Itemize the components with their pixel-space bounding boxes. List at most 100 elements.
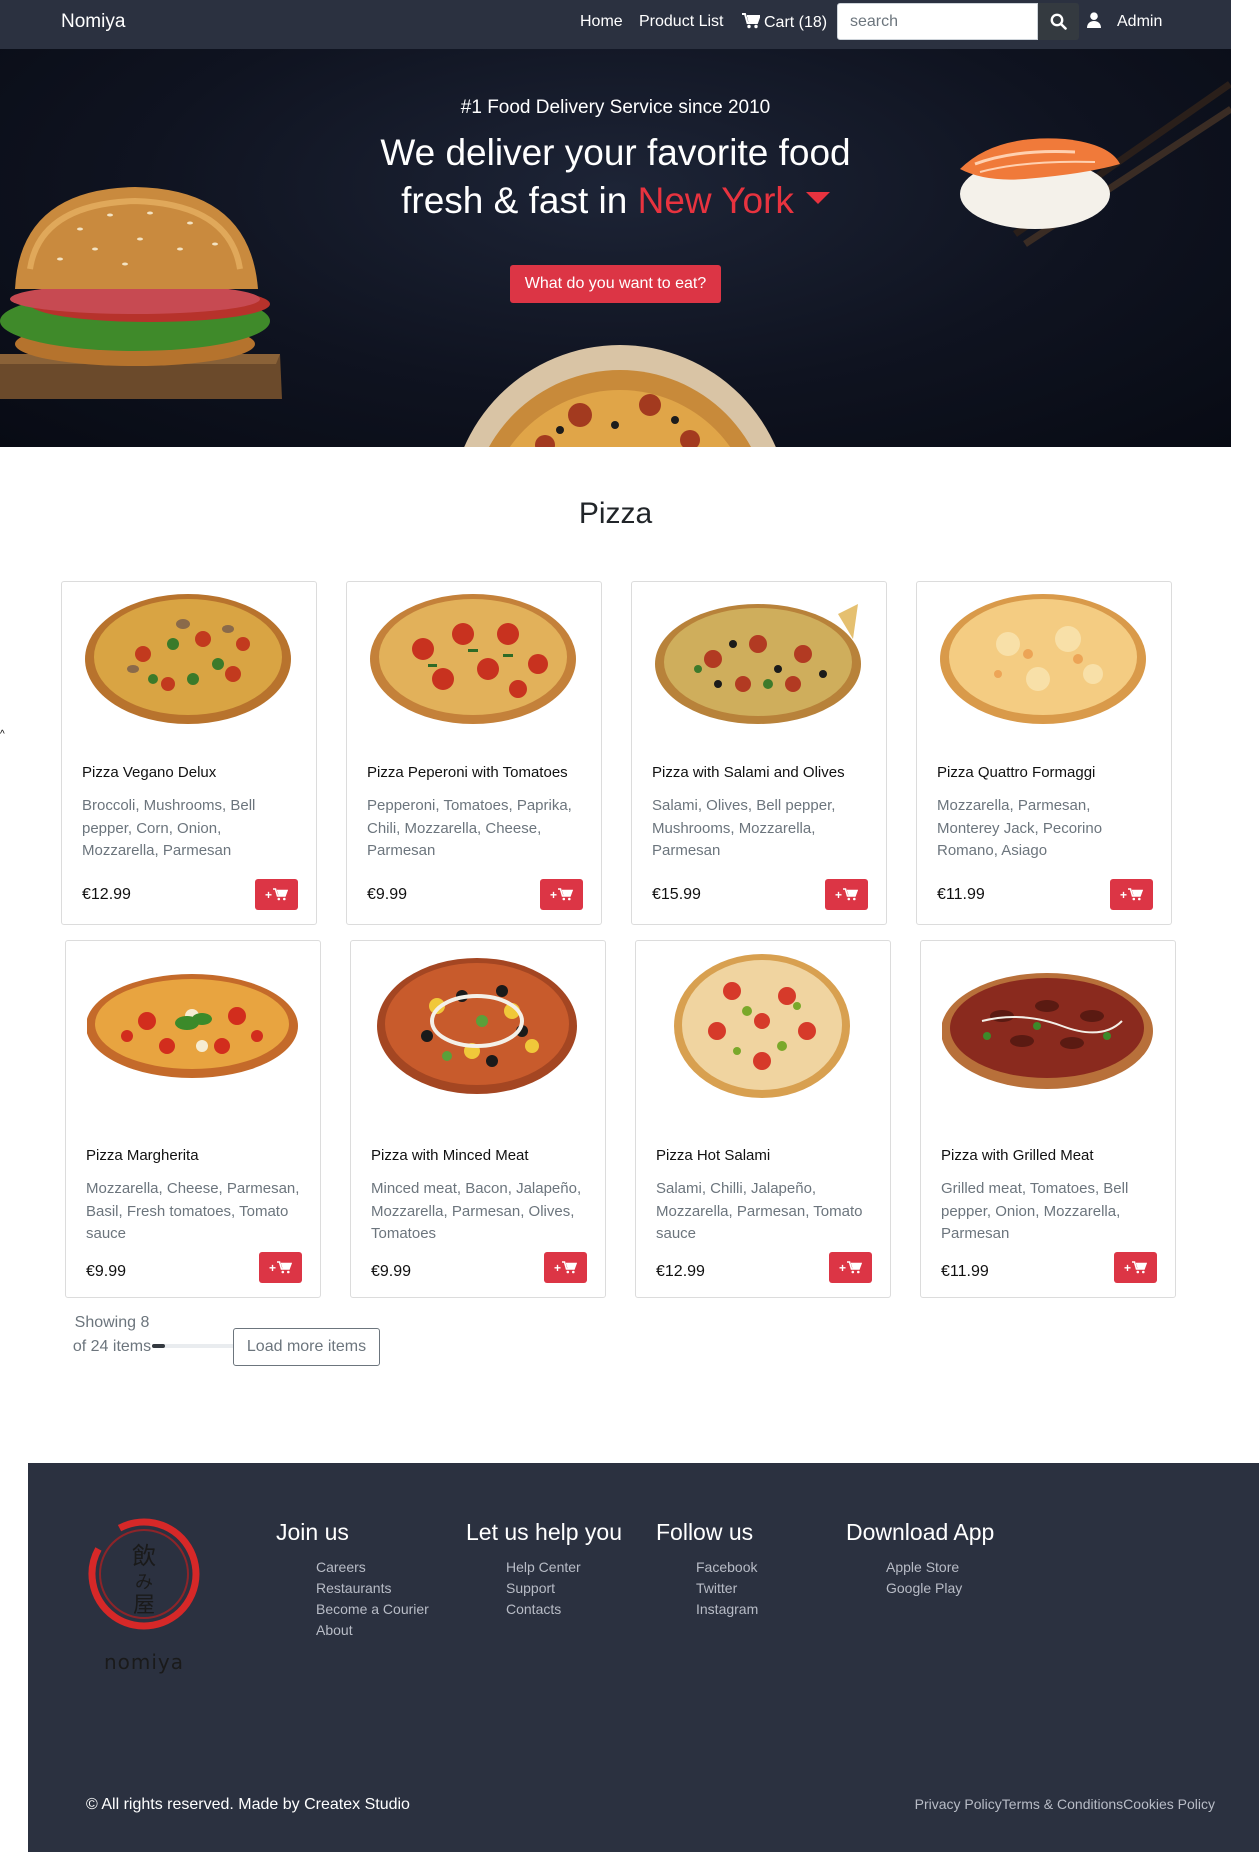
product-card[interactable]: Pizza Margherita Mozzarella, Cheese, Par… xyxy=(65,940,321,1298)
pizza-image xyxy=(655,603,861,724)
product-name[interactable]: Pizza Hot Salami xyxy=(656,1147,770,1164)
brand-logo[interactable]: Nomiya xyxy=(61,11,125,33)
footer-link[interactable]: Restaurants xyxy=(316,1578,429,1599)
cart-icon xyxy=(847,1261,862,1274)
add-plus-label: + xyxy=(264,887,272,902)
product-image[interactable] xyxy=(917,582,1171,735)
svg-text:屋: 屋 xyxy=(133,1593,155,1618)
product-card[interactable]: Pizza with Minced Meat Minced meat, Baco… xyxy=(350,940,606,1298)
product-card[interactable]: Pizza Vegano Delux Broccoli, Mushrooms, … xyxy=(61,581,317,925)
add-plus-label: + xyxy=(553,1260,561,1275)
product-name[interactable]: Pizza Margherita xyxy=(86,1147,199,1164)
product-image[interactable] xyxy=(66,941,320,1111)
product-image[interactable] xyxy=(921,941,1175,1111)
nav-cart-link[interactable]: Cart (18) xyxy=(742,13,827,32)
cookies-policy-link[interactable]: Cookies Policy xyxy=(1123,1796,1215,1812)
add-to-cart-button[interactable]: + xyxy=(255,879,298,910)
footer-link-list: Apple Store Google Play xyxy=(846,1557,994,1599)
progress-fill xyxy=(152,1344,166,1348)
product-card[interactable]: Pizza with Salami and Olives Salami, Oli… xyxy=(631,581,887,925)
pizza-image xyxy=(87,974,298,1078)
footer-link[interactable]: Apple Store xyxy=(886,1557,994,1578)
nav-admin-link[interactable]: Admin xyxy=(1117,13,1162,31)
product-image[interactable] xyxy=(636,941,890,1111)
cart-icon xyxy=(273,888,288,901)
footer-link-list: Careers Restaurants Become a Courier About xyxy=(276,1557,429,1641)
add-to-cart-button[interactable]: + xyxy=(1114,1252,1157,1283)
product-card[interactable]: Pizza Hot Salami Salami, Chilli, Jalapeñ… xyxy=(635,940,891,1298)
section-title: Pizza xyxy=(578,497,653,530)
cart-icon xyxy=(1132,1261,1147,1274)
footer-link[interactable]: About xyxy=(316,1620,429,1641)
edge-marker: ^ xyxy=(0,729,5,740)
add-to-cart-button[interactable]: + xyxy=(544,1252,587,1283)
cart-icon xyxy=(742,13,761,29)
product-description: Mozzarella, Parmesan, Monterey Jack, Pec… xyxy=(937,797,1103,859)
footer-column-title: Follow us xyxy=(656,1519,754,1545)
footer-link[interactable]: Instagram xyxy=(696,1599,758,1620)
add-to-cart-button[interactable]: + xyxy=(829,1252,872,1283)
pizza-image xyxy=(940,593,1146,724)
footer-link[interactable]: Twitter xyxy=(696,1578,758,1599)
product-price: €15.99 xyxy=(652,886,701,903)
product-card[interactable]: Pizza with Grilled Meat Grilled meat, To… xyxy=(920,940,1176,1298)
product-description: Pepperoni, Tomatoes, Paprika, Chili, Moz… xyxy=(367,797,572,859)
product-image[interactable] xyxy=(62,582,316,735)
footer-link[interactable]: Contacts xyxy=(506,1599,622,1620)
add-to-cart-button[interactable]: + xyxy=(1110,879,1153,910)
load-more-button[interactable]: Load more items xyxy=(233,1328,380,1366)
add-to-cart-button[interactable]: + xyxy=(825,879,868,910)
city-selector[interactable]: New York xyxy=(638,180,794,221)
footer-link[interactable]: Facebook xyxy=(696,1557,758,1578)
terms-link[interactable]: Terms & Conditions xyxy=(1002,1796,1123,1812)
footer-column-join-us: Join us Careers Restaurants Become a Courie… xyxy=(276,1519,429,1641)
product-description: Minced meat, Bacon, Jalapeño, Mozzarella… xyxy=(371,1180,582,1242)
cart-icon xyxy=(843,888,858,901)
add-plus-label: + xyxy=(549,887,557,902)
search-input[interactable] xyxy=(837,3,1038,40)
product-card[interactable]: Pizza Quattro Formaggi Mozzarella, Parme… xyxy=(916,581,1172,925)
product-name[interactable]: Pizza with Salami and Olives xyxy=(652,764,845,781)
nav-cart-label: Cart (18) xyxy=(764,14,828,31)
add-plus-label: + xyxy=(1119,887,1127,902)
product-price: €9.99 xyxy=(86,1263,127,1280)
privacy-policy-link[interactable]: Privacy Policy xyxy=(915,1796,1002,1812)
add-plus-label: + xyxy=(1123,1260,1131,1275)
footer-link[interactable]: Careers xyxy=(316,1557,429,1578)
search-button[interactable] xyxy=(1038,3,1079,40)
product-name[interactable]: Pizza Vegano Delux xyxy=(82,764,216,781)
pizza-image xyxy=(674,954,850,1098)
footer-link[interactable]: Become a Courier xyxy=(316,1599,429,1620)
cart-icon xyxy=(558,888,573,901)
nav-product-list-link[interactable]: Product List xyxy=(639,13,723,31)
footer-link-list: Facebook Twitter Instagram xyxy=(656,1557,758,1620)
product-card[interactable]: Pizza Peperoni with Tomatoes Pepperoni, … xyxy=(346,581,602,925)
hero-kicker: #1 Food Delivery Service since 2010 xyxy=(460,97,771,118)
product-image[interactable] xyxy=(351,941,605,1111)
product-name[interactable]: Pizza Quattro Formaggi xyxy=(937,764,1095,781)
product-description: Grilled meat, Tomatoes, Bell pepper, Oni… xyxy=(941,1180,1129,1242)
product-name[interactable]: Pizza with Grilled Meat xyxy=(941,1147,1094,1164)
footer-link[interactable]: Help Center xyxy=(506,1557,622,1578)
cart-icon xyxy=(1128,888,1143,901)
navbar: Nomiya Home Product List Cart (18) Admin xyxy=(0,0,1231,49)
footer-link[interactable]: Google Play xyxy=(886,1578,994,1599)
product-image[interactable] xyxy=(632,582,886,735)
nav-home-link[interactable]: Home xyxy=(580,13,623,31)
caret-down-icon[interactable] xyxy=(805,192,830,204)
search-icon xyxy=(1050,13,1067,30)
svg-text:み: み xyxy=(135,1572,153,1593)
cart-icon xyxy=(277,1261,292,1274)
footer-link-list: Help Center Support Contacts xyxy=(466,1557,622,1620)
footer-column-title: Join us xyxy=(276,1519,349,1545)
what-to-eat-button[interactable]: What do you want to eat? xyxy=(510,265,721,303)
user-icon xyxy=(1087,12,1101,28)
footer-link[interactable]: Support xyxy=(506,1578,622,1599)
footer: 飲 み 屋 nomiya Join us Careers Restaurants Be… xyxy=(28,1463,1259,1852)
nomiya-logo[interactable]: 飲 み 屋 nomiya xyxy=(86,1516,206,1681)
product-image[interactable] xyxy=(347,582,601,735)
add-to-cart-button[interactable]: + xyxy=(259,1252,302,1283)
product-name[interactable]: Pizza Peperoni with Tomatoes xyxy=(367,764,568,781)
add-to-cart-button[interactable]: + xyxy=(540,879,583,910)
product-name[interactable]: Pizza with Minced Meat xyxy=(371,1147,529,1164)
